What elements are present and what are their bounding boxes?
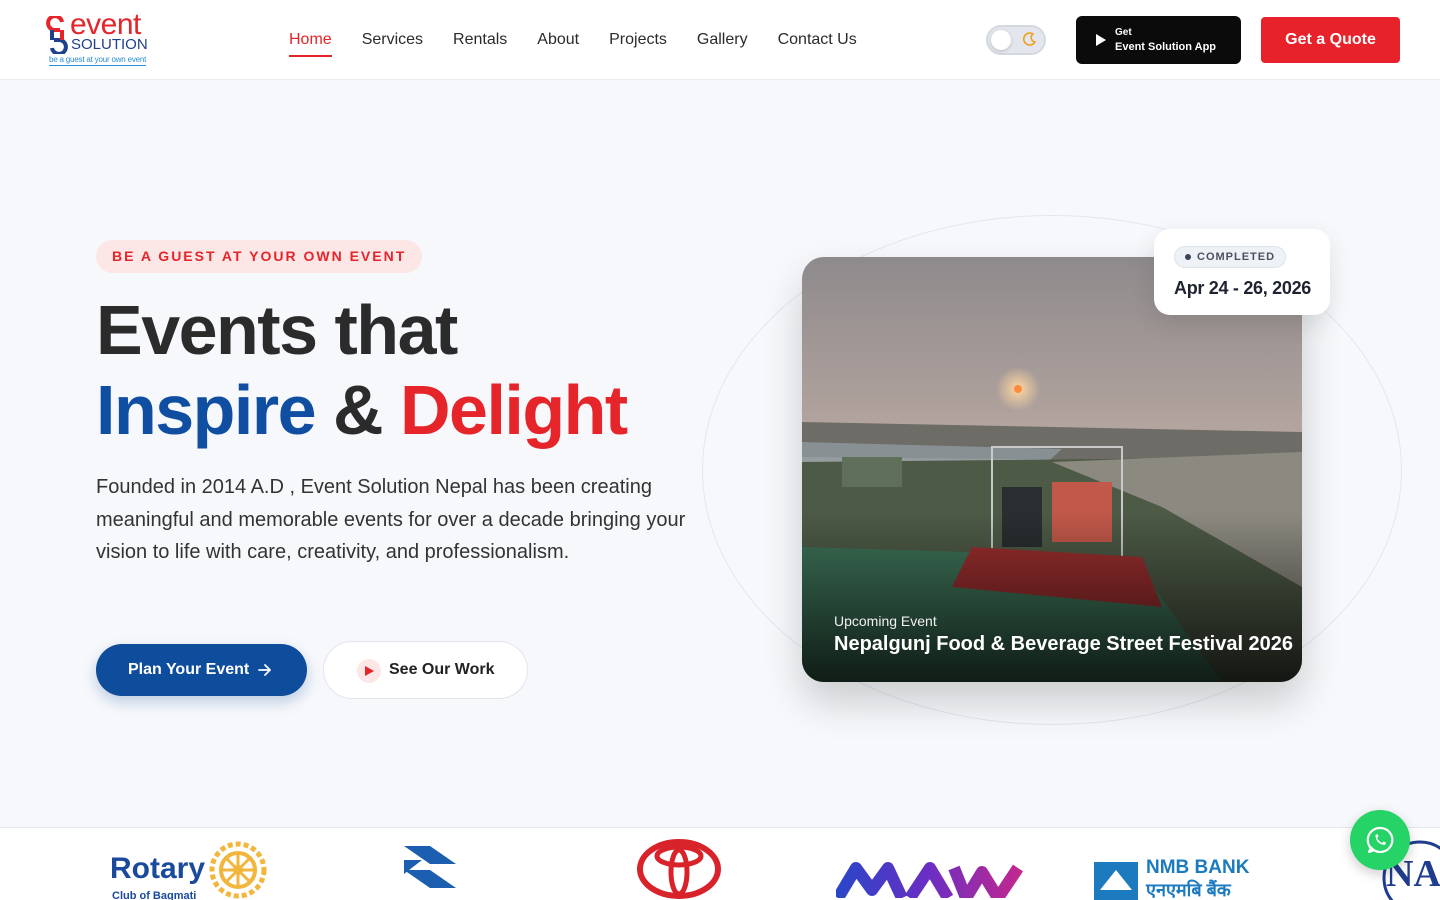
whatsapp-chat-button[interactable] — [1350, 810, 1410, 870]
toyota-logo — [636, 838, 722, 900]
partner-logos-strip: Rotary Club of Bagmati NMB BANK एनएमबि ब… — [0, 827, 1440, 900]
site-header: event SOLUTION be a guest at your own ev… — [0, 0, 1440, 80]
plan-your-event-button[interactable]: Plan Your Event — [96, 644, 307, 696]
bajaj-logo — [400, 838, 460, 900]
whatsapp-icon — [1366, 826, 1394, 854]
event-status-card: COMPLETED Apr 24 - 26, 2026 — [1154, 229, 1330, 315]
plan-button-label: Plan Your Event — [128, 661, 250, 678]
event-label: Upcoming Event — [834, 613, 937, 629]
logo-wordmark-solution: SOLUTION — [71, 36, 148, 53]
toggle-knob — [991, 30, 1011, 50]
rotary-wordmark: Rotary — [110, 852, 206, 885]
play-store-icon — [1096, 34, 1106, 46]
app-button-line1: Get — [1115, 27, 1132, 38]
arrow-right-icon — [258, 664, 271, 676]
nav-item-about[interactable]: About — [537, 30, 579, 54]
logo-tagline: be a guest at your own event — [49, 55, 147, 66]
nav-item-gallery[interactable]: Gallery — [697, 30, 748, 54]
moon-icon — [1022, 32, 1037, 46]
headline-line1: Events that — [96, 291, 458, 369]
hero-headline: Events that Inspire & Delight — [96, 290, 628, 450]
status-badge: COMPLETED — [1174, 246, 1287, 268]
work-button-label: See Our Work — [389, 661, 495, 678]
bajaj-mark-icon — [404, 846, 456, 888]
rotary-logo: Rotary Club of Bagmati — [110, 838, 280, 900]
nav-item-services[interactable]: Services — [362, 30, 423, 54]
main-nav: Home Services Rentals About Projects Gal… — [289, 30, 857, 57]
hero-badge: BE A GUEST AT YOUR OWN EVENT — [96, 240, 423, 273]
headline-line2: Inspire & Delight — [96, 370, 628, 450]
logo-mark-icon — [46, 16, 68, 54]
nav-item-home[interactable]: Home — [289, 30, 332, 57]
theme-toggle[interactable] — [986, 25, 1046, 55]
maw-logo — [832, 838, 1026, 900]
headline-delight: Delight — [400, 371, 628, 449]
play-circle-icon — [357, 659, 381, 683]
nmb-wordmark: NMB BANK — [1146, 857, 1250, 878]
nmb-badge-icon — [1094, 862, 1138, 900]
hero-description: Founded in 2014 A.D , Event Solution Nep… — [96, 476, 686, 563]
rotary-subtext: Club of Bagmati — [112, 890, 197, 900]
nav-item-contact[interactable]: Contact Us — [778, 30, 857, 54]
maw-wordmark-icon — [832, 862, 1023, 900]
event-dates: Apr 24 - 26, 2026 — [1174, 278, 1311, 298]
nmb-subtext: एनएमबि बैंक — [1146, 880, 1231, 900]
event-title[interactable]: Nepalgunj Food & Beverage Street Festiva… — [834, 633, 1293, 656]
nmb-bank-logo: NMB BANK एनएमबि बैंक — [1094, 838, 1264, 900]
see-our-work-button[interactable]: See Our Work — [323, 641, 528, 699]
get-app-button[interactable]: Get Event Solution App — [1076, 16, 1241, 64]
nav-item-rentals[interactable]: Rentals — [453, 30, 507, 54]
rotary-wheel-icon — [209, 841, 267, 899]
get-quote-button[interactable]: Get a Quote — [1261, 17, 1400, 63]
headline-ampersand: & — [332, 371, 384, 449]
headline-inspire: Inspire — [96, 371, 317, 449]
event-card[interactable]: Upcoming Event Nepalgunj Food & Beverage… — [802, 257, 1302, 682]
app-button-line2: Event Solution App — [1115, 41, 1217, 53]
nav-item-projects[interactable]: Projects — [609, 30, 667, 54]
toyota-emblem-icon — [637, 839, 721, 899]
brand-logo[interactable]: event SOLUTION be a guest at your own ev… — [46, 10, 166, 68]
